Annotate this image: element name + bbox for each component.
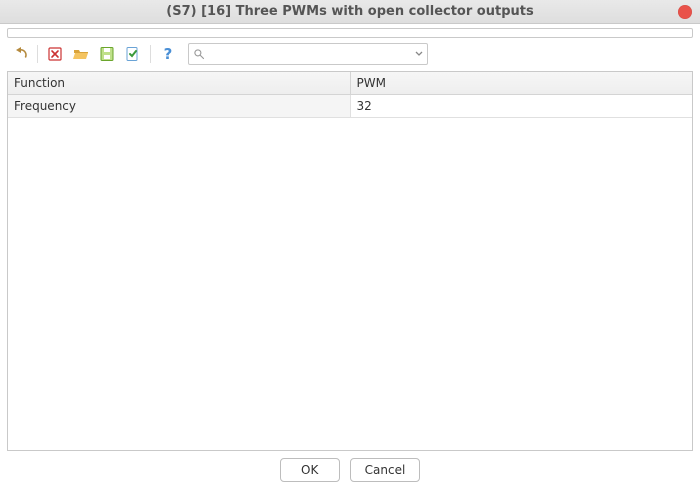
row-label: Frequency — [8, 95, 350, 118]
help-button[interactable]: ? — [158, 44, 178, 64]
delete-icon — [47, 46, 63, 62]
cancel-button[interactable]: Cancel — [350, 458, 421, 482]
toolbar-separator — [37, 45, 38, 63]
dropdown-chevron-icon[interactable] — [415, 50, 423, 58]
validate-icon — [125, 46, 141, 62]
progress-bar — [7, 28, 693, 38]
toolbar-separator — [150, 45, 151, 63]
open-button[interactable] — [71, 44, 91, 64]
help-icon: ? — [160, 46, 176, 62]
svg-text:?: ? — [164, 46, 173, 62]
row-value[interactable]: 32 — [350, 95, 692, 118]
search-input[interactable] — [209, 47, 411, 61]
table-empty-area — [8, 118, 692, 450]
column-header-function[interactable]: Function — [8, 72, 350, 95]
search-field[interactable] — [188, 43, 428, 65]
save-icon — [99, 46, 115, 62]
save-button[interactable] — [97, 44, 117, 64]
dialog-buttons: OK Cancel — [0, 451, 700, 489]
titlebar: (S7) [16] Three PWMs with open collector… — [0, 0, 700, 24]
table-row[interactable]: Frequency 32 — [8, 95, 692, 118]
toolbar: ? — [0, 38, 700, 71]
undo-icon — [12, 46, 28, 62]
properties-table: Function PWM Frequency 32 — [7, 71, 693, 451]
column-header-pwm[interactable]: PWM — [350, 72, 692, 95]
validate-button[interactable] — [123, 44, 143, 64]
window-title: (S7) [16] Three PWMs with open collector… — [166, 4, 533, 19]
undo-button[interactable] — [10, 44, 30, 64]
delete-button[interactable] — [45, 44, 65, 64]
close-icon[interactable] — [678, 5, 692, 19]
ok-button[interactable]: OK — [280, 458, 340, 482]
search-icon — [193, 48, 205, 60]
open-folder-icon — [73, 46, 89, 62]
